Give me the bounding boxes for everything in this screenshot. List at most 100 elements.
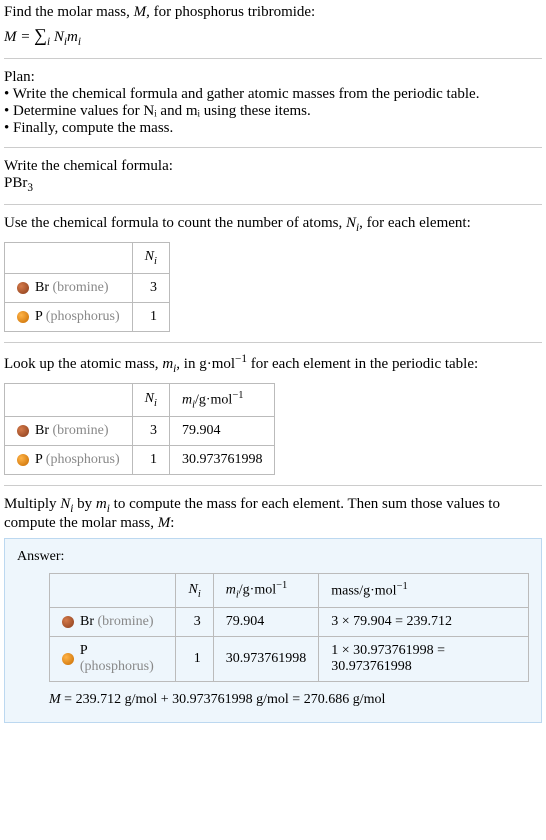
chem-formula-heading: Write the chemical formula:	[4, 158, 542, 175]
intro-text2: , for phosphorus tribromide:	[146, 4, 315, 20]
chem-formula-text: PBr	[4, 175, 27, 191]
mass-value: 79.904	[169, 417, 275, 446]
element-cell: P (phosphorus)	[5, 446, 133, 475]
count-value: 3	[132, 417, 169, 446]
intro-line1: Find the molar mass, M, for phosphorus t…	[4, 4, 542, 21]
count-value: 1	[132, 302, 169, 331]
element-swatch-icon	[17, 311, 29, 323]
sum-symbol: ∑	[34, 25, 47, 45]
table-header-row: Ni	[5, 243, 170, 274]
plan-list: Write the chemical formula and gather at…	[4, 86, 542, 137]
divider	[4, 342, 542, 343]
answer-inner: Ni mi/g·mol−1 mass/g·mol−1 Br (bromine) …	[17, 573, 529, 707]
element-symbol: Br	[80, 614, 94, 629]
symbol-N: N	[346, 215, 356, 231]
chem-formula: PBr3	[4, 175, 542, 194]
formula-N: N	[50, 29, 64, 45]
mass-table: Ni mi/g·mol−1 Br (bromine) 3 79.904 P (p…	[4, 383, 275, 475]
mult-a: Multiply	[4, 496, 60, 512]
count-value: 3	[132, 273, 169, 302]
divider	[4, 204, 542, 205]
table-row: Br (bromine) 3 79.904	[5, 417, 275, 446]
table-header-n: Ni	[176, 574, 213, 607]
element-name: (phosphorus)	[46, 309, 120, 324]
computed-mass: 3 × 79.904 = 239.712	[319, 607, 529, 636]
element-swatch-icon	[17, 425, 29, 437]
table-row: Br (bromine) 3	[5, 273, 170, 302]
element-cell: Br (bromine)	[5, 273, 133, 302]
symbol-M: M	[49, 692, 61, 707]
plan-heading: Plan:	[4, 69, 542, 86]
table-row: P (phosphorus) 1	[5, 302, 170, 331]
count-text-b: , for each element:	[359, 215, 471, 231]
symbol-N: N	[60, 496, 70, 512]
element-cell: Br (bromine)	[5, 417, 133, 446]
element-name: (phosphorus)	[80, 659, 154, 674]
plan-section: Plan: Write the chemical formula and gat…	[4, 69, 542, 137]
unit-sup: −1	[235, 353, 247, 365]
count-section: Use the chemical formula to count the nu…	[4, 215, 542, 332]
mult-b: by	[73, 496, 96, 512]
final-text: = 239.712 g/mol + 30.973761998 g/mol = 2…	[61, 692, 386, 707]
element-symbol: Br	[35, 423, 49, 438]
mult-d: :	[170, 515, 174, 531]
element-name: (bromine)	[53, 423, 109, 438]
table-row: P (phosphorus) 1 30.973761998	[5, 446, 275, 475]
molar-mass-formula: M = ∑i Nimi	[4, 25, 542, 48]
element-cell: P (phosphorus)	[5, 302, 133, 331]
element-swatch-icon	[62, 616, 74, 628]
formula-m: m	[67, 29, 78, 45]
element-cell: P (phosphorus)	[50, 636, 176, 681]
count-value: 1	[132, 446, 169, 475]
mass-section: Look up the atomic mass, mi, in g·mol−1 …	[4, 353, 542, 475]
element-name: (bromine)	[53, 280, 109, 295]
element-swatch-icon	[62, 653, 74, 665]
mass-value: 30.973761998	[213, 636, 319, 681]
count-text-a: Use the chemical formula to count the nu…	[4, 215, 346, 231]
count-value: 1	[176, 636, 213, 681]
table-header-n: Ni	[132, 383, 169, 416]
mass-text-b: , in g·mol	[176, 356, 235, 372]
plan-item: Determine values for Nᵢ and mᵢ using the…	[4, 103, 542, 120]
count-table: Ni Br (bromine) 3 P (phosphorus) 1	[4, 242, 170, 332]
divider	[4, 58, 542, 59]
formula-mi: i	[78, 36, 81, 48]
answer-box: Answer: Ni mi/g·mol−1 mass/g·mol−1 Br (b…	[4, 538, 542, 722]
table-header-n: Ni	[132, 243, 169, 274]
mass-text: Look up the atomic mass, mi, in g·mol−1 …	[4, 353, 542, 375]
chem-formula-sub: 3	[27, 182, 33, 194]
symbol-m: m	[96, 496, 107, 512]
mass-text-c: for each element in the periodic table:	[247, 356, 478, 372]
intro-section: Find the molar mass, M, for phosphorus t…	[4, 4, 542, 48]
mass-value: 30.973761998	[169, 446, 275, 475]
mass-text-a: Look up the atomic mass,	[4, 356, 162, 372]
element-name: (phosphorus)	[46, 452, 120, 467]
table-row: P (phosphorus) 1 30.973761998 1 × 30.973…	[50, 636, 529, 681]
computed-mass: 1 × 30.973761998 = 30.973761998	[319, 636, 529, 681]
symbol-M: M	[158, 515, 171, 531]
table-header-m: mi/g·mol−1	[213, 574, 319, 607]
intro-text: Find the molar mass,	[4, 4, 134, 20]
multiply-text: Multiply Ni by mi to compute the mass fo…	[4, 496, 542, 532]
table-header-row: Ni mi/g·mol−1 mass/g·mol−1	[50, 574, 529, 607]
element-symbol: P	[35, 452, 42, 467]
formula-lhs: M =	[4, 29, 34, 45]
symbol-M: M	[134, 4, 147, 20]
symbol-m: m	[162, 356, 173, 372]
divider	[4, 485, 542, 486]
element-symbol: P	[35, 309, 42, 324]
plan-item: Finally, compute the mass.	[4, 120, 542, 137]
element-symbol: P	[80, 643, 87, 658]
table-row: Br (bromine) 3 79.904 3 × 79.904 = 239.7…	[50, 607, 529, 636]
table-header-m: mi/g·mol−1	[169, 383, 275, 416]
answer-final: M = 239.712 g/mol + 30.973761998 g/mol =…	[49, 692, 529, 708]
count-value: 3	[176, 607, 213, 636]
element-swatch-icon	[17, 282, 29, 294]
mass-value: 79.904	[213, 607, 319, 636]
element-swatch-icon	[17, 454, 29, 466]
count-text: Use the chemical formula to count the nu…	[4, 215, 542, 234]
element-cell: Br (bromine)	[50, 607, 176, 636]
table-header-blank	[5, 243, 133, 274]
multiply-section: Multiply Ni by mi to compute the mass fo…	[4, 496, 542, 722]
answer-table: Ni mi/g·mol−1 mass/g·mol−1 Br (bromine) …	[49, 573, 529, 681]
